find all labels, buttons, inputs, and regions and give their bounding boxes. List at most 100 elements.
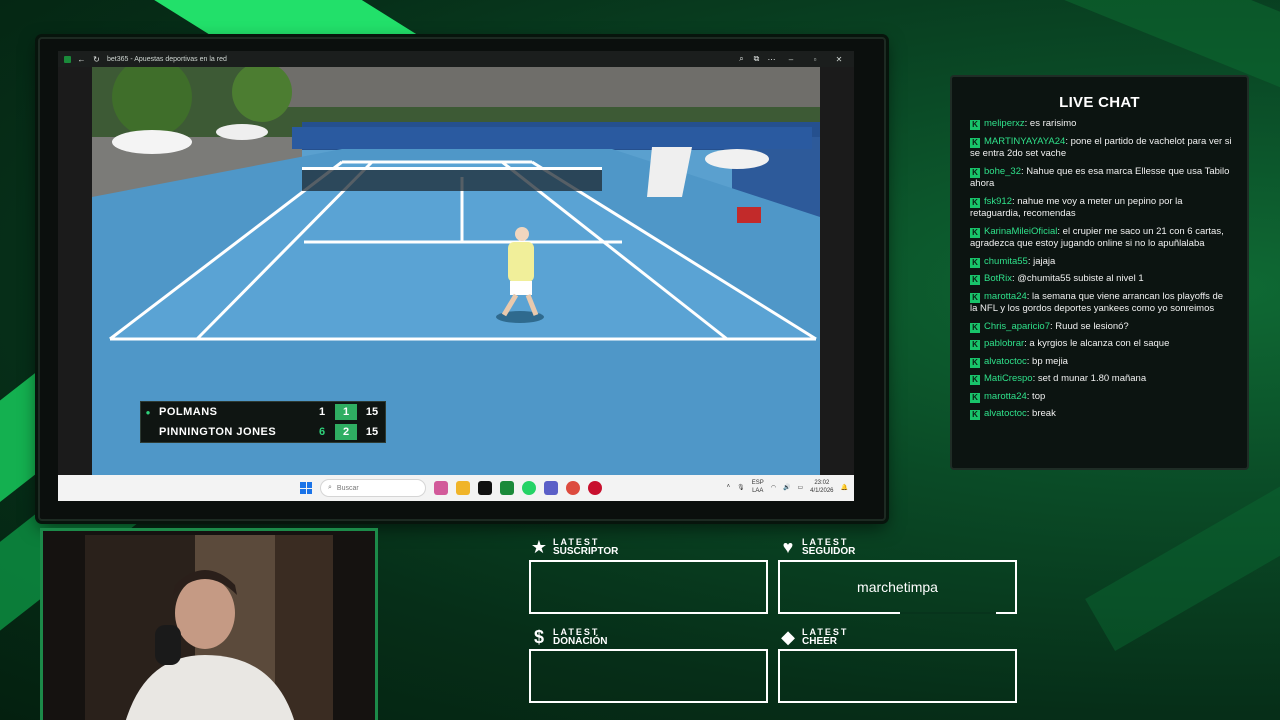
minimize-button[interactable]: – [782, 55, 800, 64]
tiktok-app-icon[interactable] [478, 481, 492, 495]
menu-dots-icon[interactable]: ⋯ [767, 55, 776, 64]
teams-app-icon[interactable] [544, 481, 558, 495]
chat-text: : set d munar 1.80 mañana [1032, 373, 1147, 384]
taskbar-search[interactable]: ⌕ Buscar [320, 479, 426, 497]
scoreboard-row: PINNINGTON JONES 6 2 15 [141, 422, 385, 442]
chat-username[interactable]: BotRix [984, 273, 1012, 284]
chat-message: K BotRix: @chumita55 subiste al nivel 1 [970, 273, 1233, 286]
file-explorer-icon[interactable] [456, 481, 470, 495]
wifi-icon[interactable]: ◠ [771, 484, 776, 491]
chat-username[interactable]: alvatoctoc [984, 356, 1027, 367]
back-arrow-icon[interactable]: ← [77, 55, 86, 64]
windows-start-icon[interactable] [300, 482, 312, 494]
chat-username[interactable]: meliperxz [984, 118, 1025, 129]
chat-title: LIVE CHAT [1059, 94, 1140, 111]
chat-badge-icon: K [970, 227, 980, 238]
chat-badge-icon: K [970, 197, 980, 208]
star-icon: ★ [530, 536, 548, 557]
chat-badge-icon: K [970, 340, 980, 350]
tennis-video-stream[interactable]: ● POLMANS 1 1 15 PINNINGTON JONES 6 2 15 [92, 67, 820, 475]
copilot-app-icon[interactable] [434, 481, 448, 495]
chat-message-list[interactable]: Kmeliperxz: es rarisimo K MARTINYAYAYA24: … [952, 111, 1247, 421]
chat-username[interactable]: pablobrar [984, 338, 1024, 349]
chat-message: Kmarotta24: la semana que viene arrancan… [970, 291, 1233, 316]
windows-taskbar: ⌕ Buscar ˄ 🎙 ESP LAA ◠ 🔊 ▭ 23:02 4/1/202… [58, 475, 854, 501]
chat-badge-icon: K [970, 137, 980, 148]
chat-message: K KarinaMileiOficial: el crupier me saco … [970, 226, 1233, 251]
latest-subscriber-label: ★ LATEST SUSCRIPTOR [530, 536, 619, 557]
clock[interactable]: 23:02 4/1/2026 [810, 479, 833, 495]
latest-follower-label: ♥ LATEST SEGUIDOR [779, 536, 856, 557]
chat-username[interactable]: bohe_32 [984, 166, 1021, 177]
diamond-icon: ◆ [781, 626, 795, 647]
chat-message: Kpablobrar: a kyrgios le alcanza con el … [970, 338, 1233, 351]
latest-cheer-label: ◆ LATEST CHEER [779, 626, 848, 647]
chat-badge-icon: K [970, 375, 980, 385]
zoom-icon[interactable]: ⌕ [737, 54, 746, 64]
chat-badge-icon: K [970, 392, 980, 403]
bet365-app-icon[interactable] [500, 481, 514, 495]
player-points: 15 [365, 426, 379, 438]
chat-username[interactable]: MARTINYAYAYA24 [984, 136, 1065, 147]
chat-message: Kalvatoctoc: break [970, 408, 1233, 421]
chat-text: : bp mejia [1026, 355, 1068, 367]
clock-time: 23:02 [814, 480, 830, 486]
chat-username[interactable]: marotta24 [984, 391, 1027, 402]
chat-username[interactable]: Chris_aparicio7 [984, 321, 1050, 332]
chat-text: : es rarisimo [1024, 118, 1077, 129]
player-games: 1 [335, 404, 357, 420]
chat-text: : a kyrgios le alcanza con el saque [1024, 338, 1170, 349]
close-button[interactable]: ✕ [830, 55, 848, 64]
player-points: 15 [365, 406, 379, 418]
serve-indicator-icon: ● [145, 407, 151, 417]
latest-follower-box: marchetimpa [778, 560, 1017, 614]
chat-message: Kfsk912: nahue me voy a meter un pepino … [970, 196, 1233, 221]
chat-message: Kalvatoctoc: bp mejia [970, 356, 1233, 369]
heart-icon: ♥ [782, 536, 794, 557]
chat-text: : jajaja [1027, 255, 1056, 267]
system-tray: ˄ 🎙 ESP LAA ◠ 🔊 ▭ 23:02 4/1/2026 🔔 [727, 479, 848, 495]
volume-icon[interactable]: 🔊 [783, 484, 790, 491]
chat-message: Kbohe_32: Nahue que es esa marca Ellesse… [970, 166, 1233, 191]
browser-viewport: ● POLMANS 1 1 15 PINNINGTON JONES 6 2 15 [58, 67, 854, 475]
screen-capture-frame: ← ↻ bet365 - Apuestas deportivas en la r… [38, 37, 886, 521]
webcam-frame [40, 528, 378, 720]
chat-badge-icon: K [970, 167, 980, 178]
chat-badge-icon: K [970, 322, 980, 333]
search-icon: ⌕ [328, 484, 332, 491]
microphone-icon[interactable]: 🎙 [737, 484, 745, 491]
chat-username[interactable]: marotta24 [984, 291, 1027, 302]
chat-badge-icon: K [970, 275, 980, 285]
chat-text: : Ruud se lesionó? [1050, 320, 1129, 332]
notification-bell-icon[interactable]: 🔔 [841, 484, 848, 491]
chevron-up-icon[interactable]: ˄ [727, 484, 731, 490]
latest-donation-label: $ LATEST DONACIÓN [530, 628, 607, 647]
chat-badge-icon: K [970, 257, 980, 268]
whatsapp-app-icon[interactable] [522, 481, 536, 495]
chrome-app-icon[interactable] [566, 481, 580, 495]
webcam-feed [85, 535, 333, 720]
battery-icon[interactable]: ▭ [797, 484, 803, 491]
latest-follower-name: marchetimpa [857, 579, 938, 595]
latest-cheer-box [778, 649, 1017, 703]
browser-titlebar: ← ↻ bet365 - Apuestas deportivas en la r… [58, 51, 854, 67]
reload-icon[interactable]: ↻ [92, 55, 101, 64]
site-favicon [64, 55, 71, 63]
chat-badge-icon: K [970, 410, 980, 420]
language-indicator[interactable]: ESP LAA [752, 479, 764, 495]
extensions-icon[interactable]: ⧉ [752, 54, 761, 64]
browser-tab-title: bet365 - Apuestas deportivas en la red [107, 55, 227, 63]
chat-message: K MatiCrespo: set d munar 1.80 mañana [970, 373, 1233, 386]
chat-username[interactable]: alvatoctoc [984, 408, 1027, 419]
latest-donation-box [529, 649, 768, 703]
app-icon[interactable] [588, 481, 602, 495]
chat-badge-icon: K [970, 292, 980, 303]
chat-message: Kmeliperxz: es rarisimo [970, 118, 1233, 131]
chat-username[interactable]: chumita55 [984, 256, 1028, 267]
chat-badge-icon: K [970, 120, 980, 130]
chat-username[interactable]: KarinaMileiOficial [984, 226, 1057, 237]
chat-message: K MARTINYAYAYA24: pone el partido de vach… [970, 136, 1233, 161]
chat-username[interactable]: fsk912 [984, 196, 1012, 207]
restore-button[interactable]: ▫ [806, 55, 824, 64]
chat-username[interactable]: MatiCrespo [984, 373, 1033, 384]
